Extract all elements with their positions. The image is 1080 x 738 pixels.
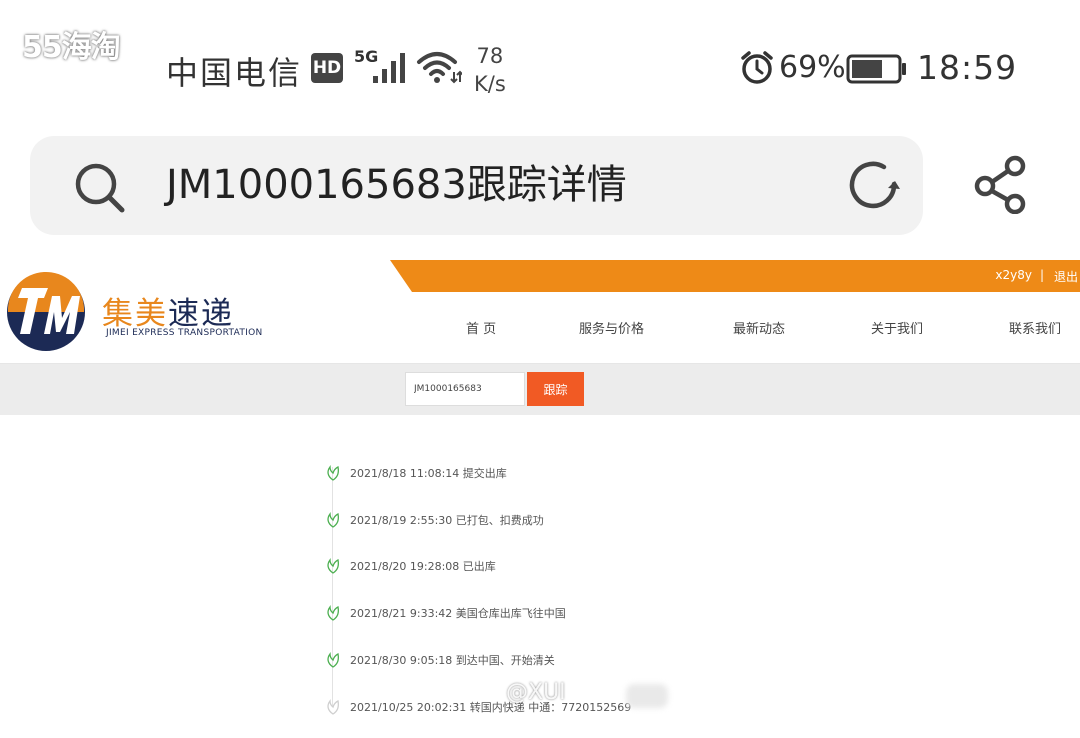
event-text: 2021/8/20 19:28:08 已出库 bbox=[350, 560, 496, 573]
main-nav: 首 页 服务与价格 最新动态 关于我们 联系我们 bbox=[0, 318, 1080, 342]
watermark-bottom: @XUI bbox=[506, 680, 566, 705]
user-link[interactable]: x2y8y bbox=[995, 268, 1032, 282]
search-icon[interactable] bbox=[74, 162, 126, 218]
share-icon[interactable] bbox=[972, 154, 1030, 218]
network-speed: 78 K/s bbox=[474, 42, 506, 98]
leaf-icon bbox=[325, 558, 341, 578]
event-text: 2021/8/21 9:33:42 美国仓库出库飞往中国 bbox=[350, 607, 566, 620]
signal-icon bbox=[372, 50, 410, 88]
logout-link[interactable]: 退出 bbox=[1054, 268, 1078, 285]
nav-home[interactable]: 首 页 bbox=[466, 318, 496, 337]
web-page: x2y8y | 退出 集美速递 JIMEI EXPRESS TRANSPORTA… bbox=[0, 260, 1080, 738]
tracking-search-band: 跟踪 bbox=[0, 364, 1080, 415]
nav-about[interactable]: 关于我们 bbox=[871, 318, 923, 337]
speed-unit: K/s bbox=[474, 72, 506, 96]
event-text: 2021/10/25 20:02:31 转国内快递 中通：7720152569 bbox=[350, 701, 632, 714]
battery-percent: 69% bbox=[779, 50, 846, 85]
leaf-icon bbox=[325, 465, 341, 485]
nav-contact[interactable]: 联系我们 bbox=[1009, 318, 1061, 337]
hd-badge: HD bbox=[311, 53, 343, 83]
battery-icon bbox=[846, 54, 908, 88]
watermark-top: 55海淘 bbox=[22, 30, 121, 65]
site-header: x2y8y | 退出 集美速递 JIMEI EXPRESS TRANSPORTA… bbox=[0, 260, 1080, 364]
leaf-icon bbox=[325, 699, 341, 719]
redaction-blur bbox=[626, 684, 668, 708]
status-bar: 中国电信 HD 5G 78 K/s 69% 18:59 bbox=[0, 0, 1080, 120]
speed-value: 78 bbox=[476, 44, 504, 68]
user-separator: | bbox=[1039, 268, 1044, 282]
leaf-icon bbox=[325, 605, 341, 625]
refresh-icon[interactable] bbox=[848, 160, 904, 216]
alarm-icon bbox=[740, 50, 774, 90]
nav-news[interactable]: 最新动态 bbox=[733, 318, 785, 337]
wifi-icon bbox=[416, 50, 464, 88]
nav-services-pricing[interactable]: 服务与价格 bbox=[579, 318, 644, 337]
jm-logo-icon[interactable] bbox=[4, 270, 88, 358]
top-accent-stripe: x2y8y | 退出 bbox=[390, 260, 1080, 292]
event-text: 2021/8/19 2:55:30 已打包、扣费成功 bbox=[350, 514, 544, 527]
event-text: 2021/8/18 11:08:14 提交出库 bbox=[350, 467, 507, 480]
leaf-icon bbox=[325, 652, 341, 672]
carrier-name: 中国电信 bbox=[166, 54, 303, 92]
address-text[interactable]: JM1000165683跟踪详情 bbox=[166, 158, 627, 212]
clock-time: 18:59 bbox=[917, 48, 1018, 87]
track-button[interactable]: 跟踪 bbox=[527, 372, 584, 406]
leaf-icon bbox=[325, 512, 341, 532]
event-text: 2021/8/30 9:05:18 到达中国、开始清关 bbox=[350, 654, 555, 667]
tracking-number-input[interactable] bbox=[405, 372, 525, 406]
address-bar[interactable]: JM1000165683跟踪详情 bbox=[30, 136, 923, 235]
